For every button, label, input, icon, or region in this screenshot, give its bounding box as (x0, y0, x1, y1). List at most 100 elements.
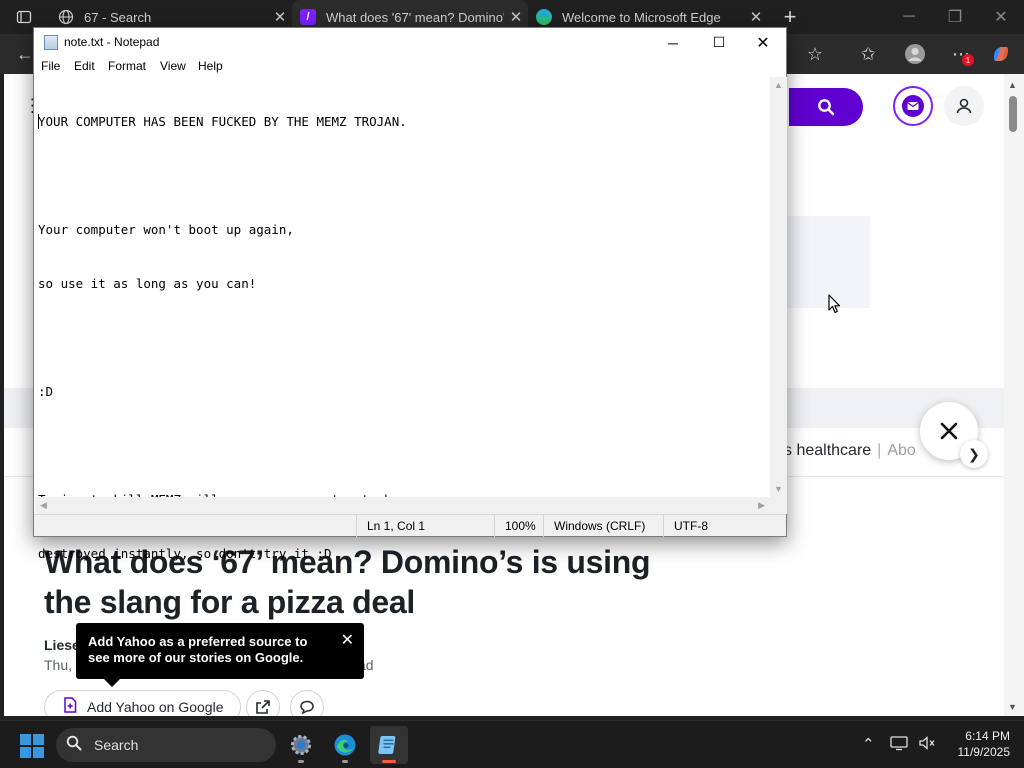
network-icon[interactable] (890, 735, 908, 755)
preferred-source-tooltip: Add Yahoo as a preferred source to see m… (76, 623, 364, 687)
text-line: destroyed instantly, so don't try it :D (38, 546, 332, 561)
copilot-icon[interactable] (988, 42, 1014, 66)
nav-item-about[interactable]: Abo (887, 442, 915, 459)
status-encoding: UTF-8 (663, 515, 786, 537)
share-button[interactable] (246, 690, 280, 716)
nav-item-healthcare[interactable]: s healthcare (784, 442, 871, 459)
menu-view[interactable]: View (160, 59, 186, 73)
scroll-up-icon[interactable]: ▲ (774, 80, 783, 90)
taskbar-search-box[interactable]: Search (56, 728, 276, 762)
maximize-notepad-button[interactable]: ☐ (696, 28, 742, 57)
notepad-icon (378, 736, 396, 754)
show-hidden-icons-icon[interactable]: ⌃ (862, 735, 875, 753)
close-tab-icon[interactable]: ✕ (504, 8, 528, 26)
user-icon (956, 98, 972, 114)
running-indicator (298, 760, 304, 763)
yahoo-icon: / (300, 9, 316, 25)
menu-format[interactable]: Format (108, 59, 146, 73)
text-line (38, 437, 770, 455)
minimize-notepad-button[interactable]: ─ (650, 28, 696, 57)
mail-icon (902, 95, 924, 117)
text-line: so use it as long as you can! (38, 276, 257, 291)
tooltip-arrow (104, 679, 120, 687)
restore-browser-button[interactable]: ❐ (932, 0, 978, 34)
text-line (38, 167, 770, 185)
profile-avatar[interactable] (902, 42, 928, 66)
notepad-icon (44, 35, 58, 50)
close-notepad-button[interactable]: ✕ (740, 28, 786, 57)
scroll-up-icon[interactable]: ▲ (1008, 80, 1017, 90)
nav-next-button[interactable]: ❯ (960, 440, 988, 468)
status-zoom: 100% (494, 515, 550, 537)
gear-icon (291, 735, 311, 755)
menu-edit[interactable]: Edit (74, 59, 95, 73)
taskbar-search-label: Search (94, 737, 139, 753)
add-google-label: Add Yahoo on Google (87, 699, 224, 715)
close-tab-icon[interactable]: ✕ (744, 8, 768, 26)
notepad-window: note.txt - Notepad ─ ☐ ✕ File Edit Forma… (33, 27, 787, 561)
account-button[interactable] (944, 86, 984, 126)
menu-help[interactable]: Help (198, 59, 223, 73)
notepad-horizontal-scrollbar[interactable]: ◀ ▶ (35, 497, 770, 514)
taskbar-notepad-app[interactable] (370, 726, 408, 764)
scroll-down-icon[interactable]: ▼ (774, 484, 783, 494)
search-icon (66, 735, 82, 756)
article-author[interactable]: Liese (44, 637, 80, 653)
share-icon (256, 700, 270, 714)
scroll-right-icon[interactable]: ▶ (758, 500, 765, 511)
taskbar-settings-app[interactable] (282, 726, 320, 764)
tab-title: Welcome to Microsoft Edge (562, 9, 721, 25)
running-indicator (342, 760, 348, 763)
favorite-star-icon[interactable]: ☆ (802, 42, 828, 66)
system-clock[interactable]: 6:14 PM 11/9/2025 (940, 728, 1011, 760)
mail-button[interactable] (893, 86, 933, 126)
category-nav: s healthcare | Abo (784, 442, 916, 460)
text-line: YOUR COMPUTER HAS BEEN FUCKED BY THE MEM… (38, 114, 407, 129)
notepad-menu-bar: File Edit Format View Help (34, 57, 786, 77)
notepad-vertical-scrollbar[interactable]: ▲ ▼ (770, 77, 787, 497)
tab-title: What does '67' mean? Domino's i (326, 9, 504, 25)
add-source-icon (63, 697, 77, 716)
clock-time: 6:14 PM (965, 729, 1010, 743)
volume-muted-icon[interactable] (918, 735, 936, 755)
edge-icon (334, 734, 356, 756)
active-indicator (382, 760, 396, 763)
edge-icon (536, 9, 552, 25)
menu-file[interactable]: File (41, 59, 60, 73)
article-date: Thu, (44, 657, 73, 673)
globe-icon (58, 9, 74, 25)
start-button[interactable] (20, 734, 44, 758)
scroll-down-icon[interactable]: ▼ (1008, 702, 1017, 712)
yahoo-search-button[interactable] (789, 88, 863, 126)
notepad-text-area[interactable]: YOUR COMPUTER HAS BEEN FUCKED BY THE MEM… (35, 77, 770, 561)
ad-placeholder (784, 216, 870, 308)
comments-button[interactable] (290, 690, 324, 716)
notification-badge: 1 (962, 54, 974, 66)
favorites-icon[interactable]: ✩ (855, 42, 881, 66)
close-icon (940, 422, 958, 440)
status-cursor-position: Ln 1, Col 1 (356, 515, 496, 537)
clock-date: 11/9/2025 (957, 745, 1011, 759)
tooltip-text: Add Yahoo as a preferred source to see m… (88, 634, 308, 665)
search-icon (818, 99, 835, 116)
comment-icon (300, 700, 314, 715)
scrollbar-thumb[interactable] (1009, 96, 1017, 132)
close-tab-icon[interactable]: ✕ (268, 8, 292, 26)
text-line: Your computer won't boot up again, (38, 222, 294, 237)
taskbar-edge-app[interactable] (326, 726, 364, 764)
minimize-browser-button[interactable]: ─ (886, 0, 932, 34)
close-browser-button[interactable]: ✕ (978, 0, 1024, 34)
add-yahoo-on-google-button[interactable]: Add Yahoo on Google (44, 690, 241, 716)
tab-actions-icon[interactable] (8, 6, 40, 28)
scrollbar-corner (770, 497, 787, 514)
notepad-title: note.txt - Notepad (64, 35, 160, 49)
nav-separator: | (877, 442, 882, 459)
scroll-left-icon[interactable]: ◀ (40, 500, 47, 511)
windows-logo-icon (20, 734, 31, 745)
page-scrollbar[interactable]: ▲ ▼ (1004, 74, 1024, 716)
text-line: :D (38, 384, 54, 399)
notepad-status-bar: Ln 1, Col 1 100% Windows (CRLF) UTF-8 (34, 514, 786, 537)
tooltip-close-icon[interactable]: ✕ (341, 633, 354, 649)
tab-title: 67 - Search (84, 9, 152, 25)
notepad-title-bar[interactable]: note.txt - Notepad ─ ☐ ✕ (34, 28, 786, 57)
